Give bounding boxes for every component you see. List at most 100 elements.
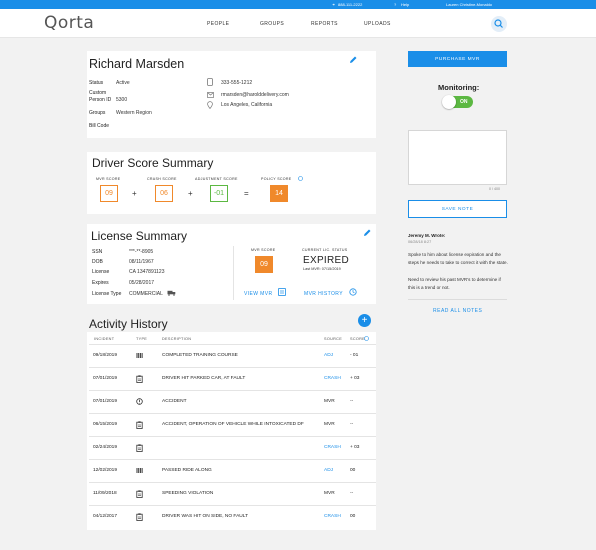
policy-score-box: 14 xyxy=(270,185,288,202)
char-count: 0 / 400 xyxy=(489,187,500,191)
incident-source[interactable]: CRASH xyxy=(324,514,341,519)
monitoring-toggle[interactable]: ON xyxy=(442,95,473,109)
mvr-history-link[interactable]: MVR HISTORY xyxy=(304,291,343,297)
clipboard-icon xyxy=(136,444,143,452)
profile-card: Richard Marsden Status Active Custom Per… xyxy=(87,51,376,138)
incident-score: 00 xyxy=(350,468,356,473)
ssn-value: ***-**-8905 xyxy=(129,249,154,255)
main-header: Qorta PEOPLE GROUPS REPORTS UPLOADS xyxy=(0,9,596,38)
license-status-label: CURRENT LIC. STATUS xyxy=(302,248,348,252)
license-status-value: EXPIRED xyxy=(303,255,350,266)
phone-icon xyxy=(207,78,213,86)
user-menu[interactable]: Lauren Christine-Monaldo xyxy=(446,2,492,7)
incident-source[interactable]: ADJ xyxy=(324,353,333,358)
search-button[interactable] xyxy=(491,16,507,32)
support-phone: 888-111-2222 xyxy=(338,2,363,7)
help-link[interactable]: Help xyxy=(401,2,409,7)
table-row[interactable]: 06/15/2019 ACCIDENT, OPERATION OF VEHICLE… xyxy=(89,413,376,436)
nav-uploads[interactable]: UPLOADS xyxy=(364,21,391,27)
license-summary-card: License Summary SSN ***-**-8905 DOB 08/1… xyxy=(87,224,376,304)
incident-source: MVR xyxy=(324,491,335,496)
last-mvr-date: Last MVR: 07/15/2019 xyxy=(303,267,341,271)
incident-score: -- xyxy=(350,399,354,404)
incident-score: + 03 xyxy=(350,376,360,381)
location-pin-icon xyxy=(207,101,213,109)
incident-source[interactable]: CRASH xyxy=(324,376,341,381)
training-icon xyxy=(136,352,143,359)
incident-date: 06/15/2019 xyxy=(93,422,118,427)
nav-groups[interactable]: GROUPS xyxy=(260,21,284,27)
table-row[interactable]: 07/01/2019 ACCIDENT MVR -- xyxy=(89,390,376,413)
col-description: DESCRIPTION xyxy=(162,337,192,341)
table-row[interactable]: 07/01/2019 DRIVER HIT PARKED CAR, AT FAUL… xyxy=(89,367,376,390)
alert-icon xyxy=(136,398,143,405)
info-icon[interactable] xyxy=(364,336,369,341)
incident-description: SPEEDING VIOLATION xyxy=(162,491,214,496)
col-score: SCORE xyxy=(350,337,366,341)
nav-people[interactable]: PEOPLE xyxy=(207,21,229,27)
phone-number: 333-555-1212 xyxy=(221,80,253,86)
groups-label: Groups xyxy=(89,110,106,116)
incident-description: PASSED RIDE ALONG xyxy=(162,468,212,473)
toggle-label: ON xyxy=(460,99,468,105)
driver-name: Richard Marsden xyxy=(89,57,185,71)
training-icon xyxy=(136,467,143,474)
location: Los Angeles, California xyxy=(221,102,273,108)
utility-bar: ⚭ 888-111-2222 ? Help Lauren Christine-M… xyxy=(0,0,596,9)
adjustment-score-box: -01 xyxy=(210,185,228,202)
equals-sign: = xyxy=(244,189,249,198)
history-icon xyxy=(349,288,357,296)
clipboard-icon xyxy=(136,375,143,383)
info-icon[interactable] xyxy=(298,176,303,181)
purchase-mvr-button[interactable]: PURCHASE MVR xyxy=(408,51,507,67)
headset-icon: ⚭ xyxy=(332,2,336,7)
edit-icon[interactable] xyxy=(363,228,372,237)
document-icon xyxy=(278,288,286,296)
expires-label: Expires xyxy=(92,280,109,286)
note-textarea[interactable] xyxy=(408,130,507,185)
email-address[interactable]: rmarsden@harolddelivery.com xyxy=(221,92,289,98)
status-label: Status xyxy=(89,80,104,86)
qorta-logo[interactable]: Qorta xyxy=(44,13,94,33)
clipboard-icon xyxy=(136,490,143,498)
table-row[interactable]: 09/18/2019 COMPLETED TRAINING COURSE ADJ - … xyxy=(89,344,376,367)
plus-sign: + xyxy=(132,189,137,198)
add-activity-button[interactable]: + xyxy=(358,314,371,327)
email-icon xyxy=(207,92,214,98)
edit-icon[interactable] xyxy=(349,55,358,64)
monitoring-label: Monitoring: xyxy=(438,83,480,92)
incident-date: 09/18/2019 xyxy=(93,353,118,358)
incident-date: 07/01/2019 xyxy=(93,376,118,381)
incident-source[interactable]: ADJ xyxy=(324,468,333,473)
note-date: 06/28/18 8:27 xyxy=(408,240,432,244)
save-note-button[interactable]: SAVE NOTE xyxy=(408,200,507,218)
incident-score: 00 xyxy=(350,514,356,519)
incident-score: -- xyxy=(350,422,354,427)
table-row[interactable]: 12/02/2019 PASSED RIDE ALONG ADJ 00 xyxy=(89,459,376,482)
driver-score-card: Driver Score Summary MVR SCORE 09 + CRAS… xyxy=(87,152,376,214)
activity-history-title: Activity History xyxy=(89,317,168,331)
nav-reports[interactable]: REPORTS xyxy=(311,21,338,27)
table-row[interactable]: 02/24/2019 CRASH + 03 xyxy=(89,436,376,459)
incident-description: COMPLETED TRAINING COURSE xyxy=(162,353,238,358)
incident-date: 07/01/2019 xyxy=(93,399,118,404)
license-divider xyxy=(233,246,234,300)
groups-link[interactable]: Western Region xyxy=(116,110,152,116)
incident-date: 11/09/2018 xyxy=(93,491,117,496)
note-divider xyxy=(408,299,507,300)
license-type-value: COMMERCIAL xyxy=(129,291,163,297)
view-mvr-link[interactable]: VIEW MVR xyxy=(244,291,272,297)
incident-source[interactable]: CRASH xyxy=(324,445,341,450)
col-source: SOURCE xyxy=(324,337,343,341)
custom-id-label-2: Person ID xyxy=(89,97,112,103)
mvr-score-label: MVR SCORE xyxy=(96,177,121,181)
adjustment-score-label: ADJUSTMENT SCORE xyxy=(195,177,238,181)
license-summary-title: License Summary xyxy=(91,229,188,243)
table-row[interactable]: 04/12/2017 DRIVER WAS HIT ON SIDE, NO FAU… xyxy=(89,505,376,528)
incident-date: 04/12/2017 xyxy=(93,514,118,519)
expires-value: 05/28/2017 xyxy=(129,280,155,286)
read-all-notes-link[interactable]: READ ALL NOTES xyxy=(433,308,482,314)
table-row[interactable]: 11/09/2018 SPEEDING VIOLATION MVR -- xyxy=(89,482,376,505)
crash-score-label: CRASH SCORE xyxy=(147,177,177,181)
license-mvr-score-box: 09 xyxy=(255,256,273,273)
